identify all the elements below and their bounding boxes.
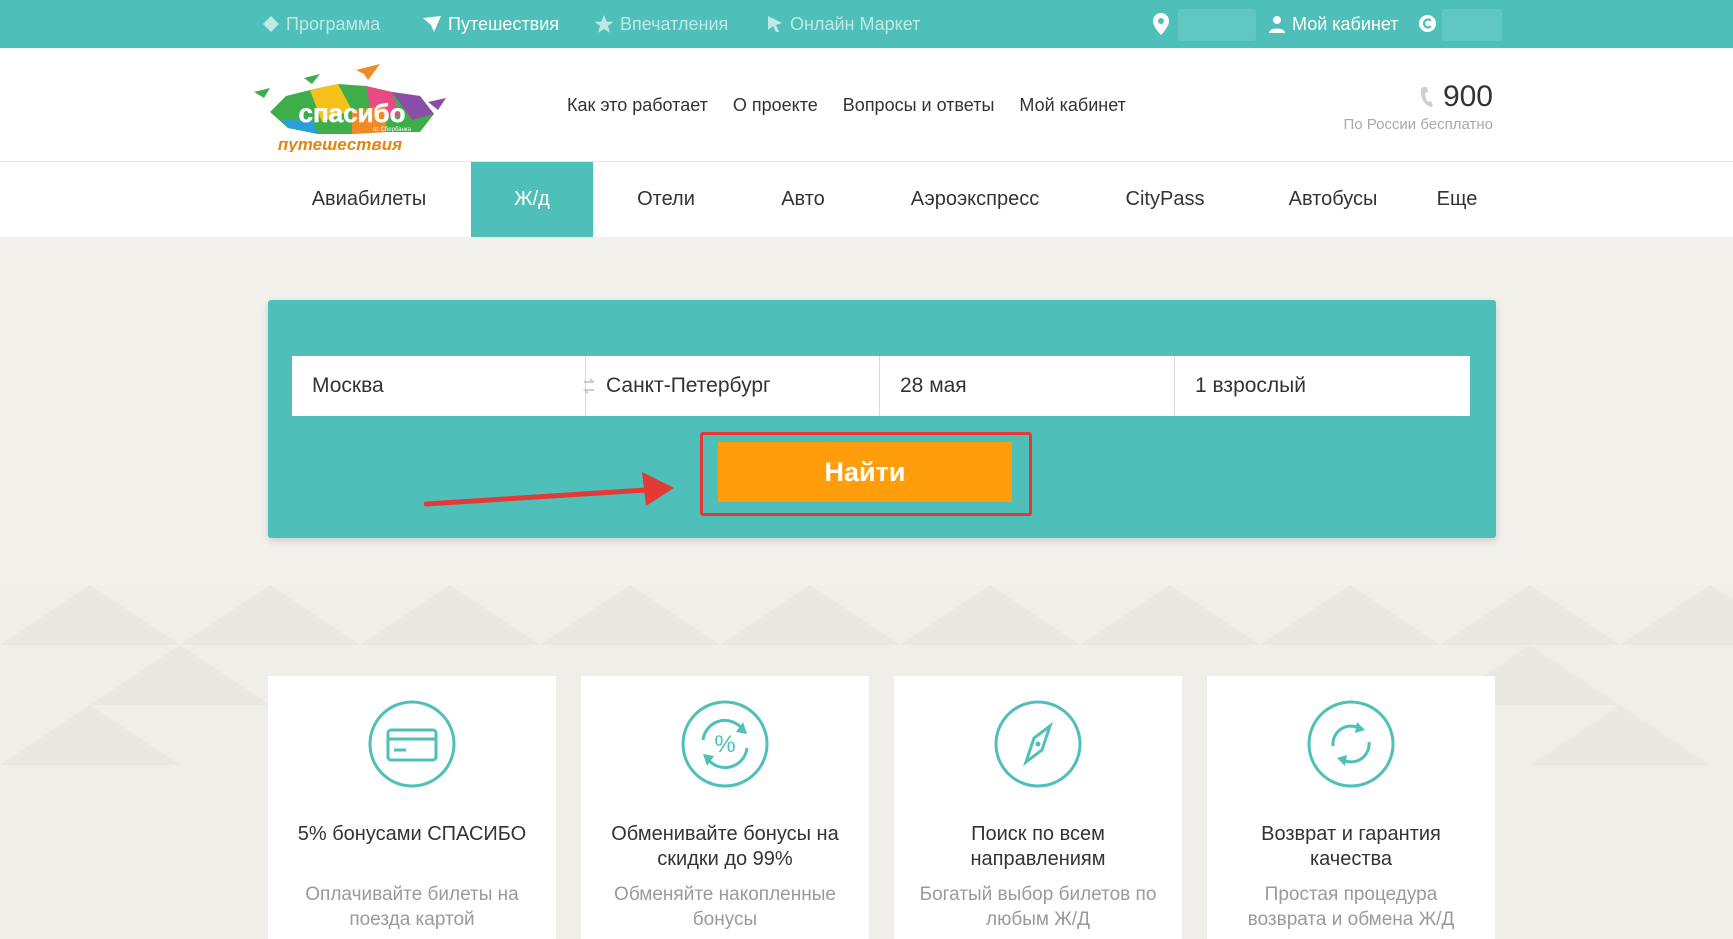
site-header: спасибо от Сбербанка путешествия Как это… [0,48,1733,162]
spasibo-travel-logo[interactable]: спасибо от Сбербанка путешествия [252,62,450,152]
svg-text:%: % [714,731,735,758]
paper-plane-icon [423,16,441,32]
to-value: Санкт-Петербург [606,374,771,397]
tab-auto[interactable]: Авто [758,162,848,237]
compass-icon [994,700,1082,788]
tab-more[interactable]: Еще [1420,162,1494,237]
account-label: Мой кабинет [1292,13,1399,34]
svg-text:спасибо: спасибо [298,98,405,128]
nav-how-it-works[interactable]: Как это работает [567,95,708,116]
header-nav: Как это работает О проекте Вопросы и отв… [567,48,1126,162]
star-icon [594,15,614,33]
feature-desc: Оплачивайте билеты на поезда картой [305,884,519,930]
feature-title: Поиск по всем направлениям [970,823,1106,870]
feature-title: Возврат и гарантия качества [1261,823,1441,870]
percent-exchange-icon: % [681,700,769,788]
location-value-hidden[interactable] [1178,9,1256,41]
to-field[interactable]: Санкт-Петербург [586,356,880,416]
topbar-item-program[interactable]: Программа [262,0,380,48]
tab-aeroexpress[interactable]: Аэроэкспресс [890,162,1060,237]
balance-value-hidden [1442,9,1502,41]
tab-hotels[interactable]: Отели [616,162,716,237]
date-value: 28 мая [900,374,967,397]
feature-desc: Простая процедура возврата и обмена Ж/Д [1247,884,1455,930]
tab-rail[interactable]: Ж/д [471,162,593,237]
find-button[interactable]: Найти [718,442,1012,502]
feature-desc: Богатый выбор билетов по любым Ж/Д [919,884,1157,930]
tab-buses[interactable]: Автобусы [1275,162,1391,237]
topbar-item-label: Впечатления [620,13,729,34]
nav-faq[interactable]: Вопросы и ответы [843,95,995,116]
tab-citypass[interactable]: CityPass [1110,162,1220,237]
topbar-item-impressions[interactable]: Впечатления [594,0,728,48]
feature-title: Обменивайте бонусы на скидки до 99% [611,823,839,870]
search-fields: Москва Санкт-Петербург 28 мая 1 взрослый [292,356,1470,416]
credit-card-icon [368,700,456,788]
refresh-icon [1307,700,1395,788]
from-value: Москва [312,374,384,397]
phone-note: По России бесплатно [1343,116,1493,133]
spasibo-coin-icon [1418,14,1437,33]
svg-text:путешествия: путешествия [278,135,402,152]
topbar-item-label: Путешествия [448,13,560,34]
topbar-item-label: Онлайн Маркет [790,13,921,34]
passengers-value: 1 взрослый [1195,374,1306,397]
phone-icon [1420,87,1433,107]
from-field[interactable]: Москва [292,356,596,416]
diamond-icon [263,16,279,32]
feature-card-bonuses: 5% бонусами СПАСИБО Оплачивайте билеты н… [268,676,556,939]
feature-card-exchange: % Обменивайте бонусы на скидки до 99% Об… [581,676,869,939]
svg-text:от Сбербанка: от Сбербанка [373,127,412,133]
phone-value: 900 [1442,80,1493,113]
user-icon [1269,16,1285,33]
topbar-account-link[interactable]: Мой кабинет [1268,0,1399,48]
feature-card-refund: Возврат и гарантия качества Простая проц… [1207,676,1495,939]
nav-about[interactable]: О проекте [733,95,818,116]
tab-avia[interactable]: Авиабилеты [286,162,452,237]
topbar-item-label: Программа [286,13,381,34]
passengers-field[interactable]: 1 взрослый [1175,356,1470,416]
cursor-icon [768,16,782,32]
topbar-item-travel[interactable]: Путешествия [422,0,559,48]
red-arrow-annotation [424,472,674,507]
phone-number[interactable]: 900 [1419,80,1493,114]
date-field[interactable]: 28 мая [880,356,1175,416]
topbar-item-market[interactable]: Онлайн Маркет [766,0,920,48]
product-tabs: Авиабилеты Ж/д Отели Авто Аэроэкспресс C… [0,162,1733,237]
location-pin-icon[interactable] [1153,13,1169,35]
feature-card-search: Поиск по всем направлениям Богатый выбор… [894,676,1182,939]
top-bar: Программа Путешествия Впечатления Онлайн… [0,0,1733,48]
feature-desc: Обменяйте накопленные бонусы [614,884,836,930]
nav-my-account[interactable]: Мой кабинет [1019,95,1126,116]
feature-title: 5% бонусами СПАСИБО [297,823,527,845]
